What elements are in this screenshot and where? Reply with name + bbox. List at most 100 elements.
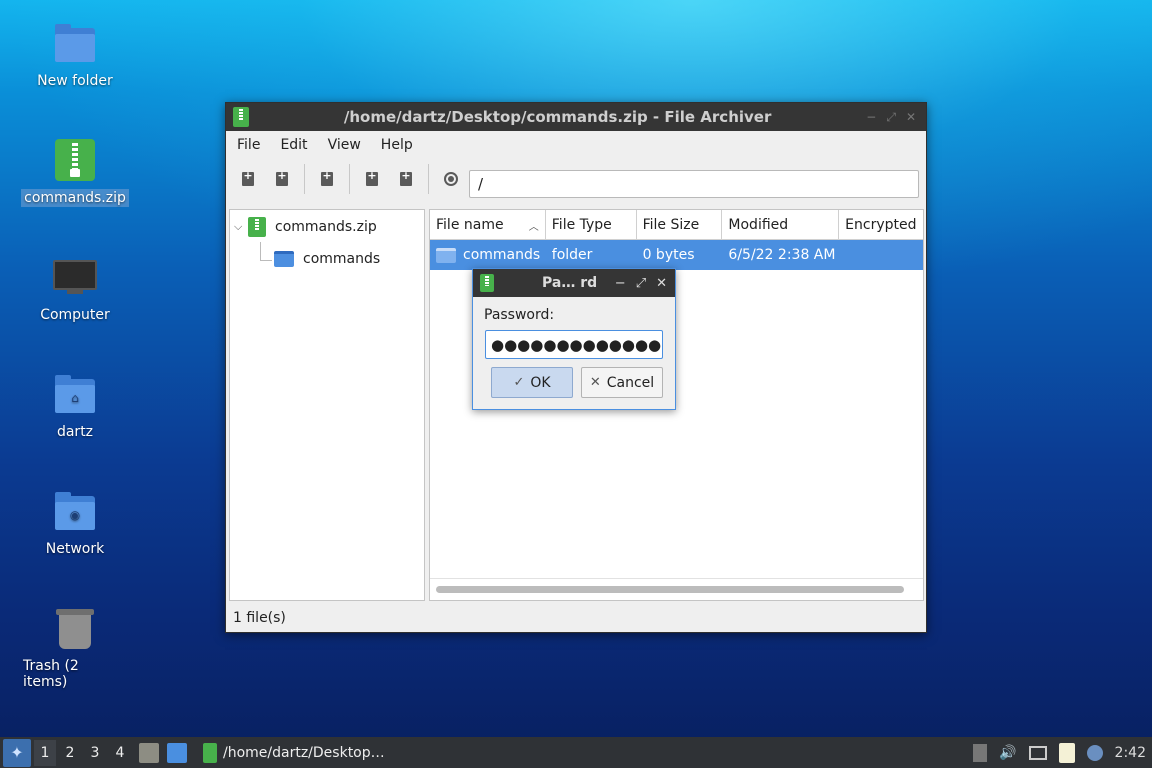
menu-file[interactable]: File <box>230 133 267 157</box>
workspace-2[interactable]: 2 <box>59 740 81 766</box>
desktop-icon-computer[interactable]: Computer <box>20 256 130 324</box>
desktop-icon-label: Network <box>45 541 105 557</box>
clock[interactable]: 2:42 <box>1115 745 1146 761</box>
volume-icon[interactable]: 🔊 <box>999 745 1016 761</box>
cancel-label: Cancel <box>606 374 655 391</box>
desktop-icon-new-folder[interactable]: New folder <box>20 22 130 90</box>
system-tray: 🔊 2:42 <box>973 737 1146 768</box>
add-folder-button[interactable] <box>394 167 418 191</box>
close-icon[interactable]: ✕ <box>906 110 916 125</box>
column-label: Encrypted <box>845 217 917 233</box>
desktop-icon-label: commands.zip <box>21 189 129 207</box>
window-titlebar[interactable]: /home/dartz/Desktop/commands.zip - File … <box>226 103 926 131</box>
location-field[interactable]: / <box>469 170 919 198</box>
window-title: /home/dartz/Desktop/commands.zip - File … <box>343 108 772 126</box>
taskbar-window-button[interactable]: /home/dartz/Desktop… <box>197 739 391 767</box>
taskbar-window-title: /home/dartz/Desktop… <box>223 744 385 761</box>
close-icon[interactable]: ✕ <box>656 276 667 291</box>
network-icon[interactable] <box>1028 745 1047 760</box>
extract-button[interactable] <box>315 167 339 191</box>
desktop-icon-label: dartz <box>56 424 94 440</box>
desktop-icon-label: Trash (2 items) <box>23 658 79 690</box>
maximize-icon[interactable]: ⤢ <box>636 276 646 291</box>
sort-ascending-icon: ︿ <box>528 221 539 233</box>
column-file-type[interactable]: File Type <box>546 210 637 240</box>
folder-tree[interactable]: ⌵ commands.zip commands <box>229 209 425 601</box>
password-dialog[interactable]: Pa… rd − ⤢ ✕ Password: ●●●●●●●●●●●●● ✓ O… <box>472 268 676 410</box>
toolbar-separator <box>304 164 305 194</box>
add-file-button[interactable] <box>360 167 384 191</box>
trash-icon <box>53 607 97 651</box>
open-archive-button[interactable] <box>270 167 294 191</box>
desktop-icon-network[interactable]: ◉ Network <box>20 490 130 558</box>
column-file-size[interactable]: File Size <box>637 210 723 240</box>
cancel-button[interactable]: ✕ Cancel <box>581 367 663 398</box>
chevron-down-icon[interactable]: ⌵ <box>234 220 248 234</box>
password-value: ●●●●●●●●●●●●● <box>491 335 662 354</box>
open-archive-icon <box>276 169 288 186</box>
status-bar: 1 file(s) <box>233 610 286 626</box>
archive-app-icon <box>480 274 494 292</box>
start-menu-icon[interactable]: ✦ <box>3 738 31 767</box>
workspace-4[interactable]: 4 <box>109 740 131 766</box>
column-label: File Size <box>642 217 700 233</box>
ok-button[interactable]: ✓ OK <box>491 367 573 398</box>
column-label: File Type <box>551 217 612 233</box>
checkmark-icon: ✓ <box>513 375 525 390</box>
cancel-icon: ✕ <box>589 375 601 390</box>
tray-arrow-icon[interactable] <box>973 743 988 762</box>
zip-archive-icon <box>248 217 266 237</box>
column-modified[interactable]: Modified <box>722 210 840 240</box>
toolbar-separator <box>349 164 350 194</box>
cell-file-type: folder <box>551 247 593 263</box>
show-desktop-icon[interactable] <box>167 742 187 763</box>
menubar: File Edit View Help <box>226 131 926 159</box>
add-folder-icon <box>400 169 412 186</box>
table-row[interactable]: commands folder 0 bytes 6/5/22 2:38 AM <box>430 240 923 270</box>
tree-item-commands[interactable]: commands <box>274 247 380 271</box>
dialog-title: Pa… rd <box>542 275 598 291</box>
horizontal-scrollbar[interactable] <box>436 586 904 593</box>
minimize-icon[interactable]: − <box>615 276 626 291</box>
stop-button[interactable] <box>439 167 463 191</box>
new-archive-icon <box>242 169 254 186</box>
password-field[interactable]: ●●●●●●●●●●●●● <box>485 330 663 359</box>
archive-app-icon <box>233 107 249 127</box>
zip-archive-icon <box>203 742 217 763</box>
column-file-name[interactable]: File name ︿ <box>430 210 546 240</box>
taskbar: ✦ 1 2 3 4 /home/dartz/Desktop… 🔊 2:42 <box>0 737 1152 768</box>
desktop-icon-label: New folder <box>37 73 113 89</box>
new-archive-button[interactable] <box>236 167 260 191</box>
minimize-icon[interactable]: − <box>866 110 876 125</box>
stop-icon <box>444 172 458 186</box>
add-file-icon <box>366 169 378 186</box>
menu-help[interactable]: Help <box>374 133 420 157</box>
menu-edit[interactable]: Edit <box>273 133 314 157</box>
tree-item-root[interactable]: ⌵ commands.zip <box>234 215 377 239</box>
tree-item-label: commands.zip <box>275 219 377 235</box>
notification-icon[interactable] <box>1086 744 1103 761</box>
desktop-icon-home[interactable]: ⌂ dartz <box>20 373 130 441</box>
folder-icon <box>274 251 294 267</box>
toolbar-separator <box>428 164 429 194</box>
password-label: Password: <box>484 307 555 323</box>
cell-file-name: commands <box>430 247 546 263</box>
workspace-1[interactable]: 1 <box>34 739 56 766</box>
file-list-header: File name ︿ File Type File Size Modified… <box>430 210 923 240</box>
maximize-icon[interactable]: ⤢ <box>886 110 896 125</box>
clipboard-icon[interactable] <box>1058 742 1075 763</box>
column-encrypted[interactable]: Encrypted <box>839 210 923 240</box>
ok-label: OK <box>530 374 551 391</box>
desktop-icon-trash[interactable]: Trash (2 items) <box>20 607 130 691</box>
tree-connector <box>260 260 272 261</box>
file-manager-launcher-icon[interactable] <box>139 742 159 763</box>
cell-file-size: 0 bytes <box>642 247 695 263</box>
extract-icon <box>321 169 333 186</box>
desktop-icon-commands-zip[interactable]: commands.zip <box>20 139 130 207</box>
tree-connector <box>260 242 261 260</box>
menu-view[interactable]: View <box>321 133 368 157</box>
dialog-titlebar[interactable]: Pa… rd − ⤢ ✕ <box>473 269 675 297</box>
folder-icon <box>436 247 456 263</box>
workspace-3[interactable]: 3 <box>84 740 106 766</box>
home-folder-icon: ⌂ <box>53 373 97 417</box>
